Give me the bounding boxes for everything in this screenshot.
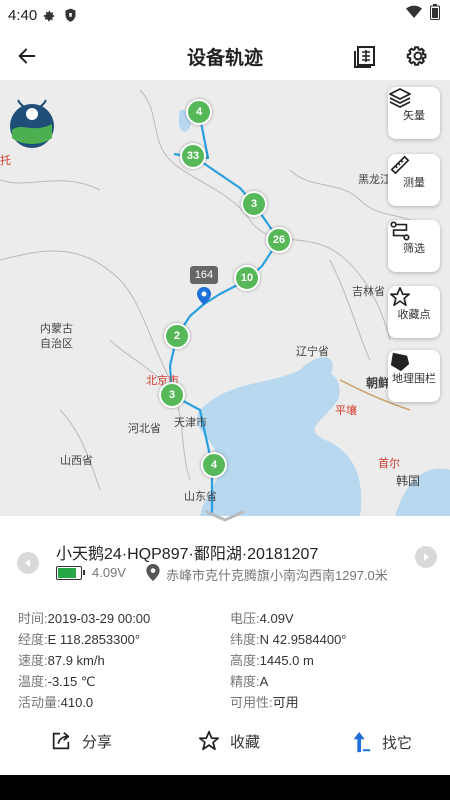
track-cluster-marker[interactable]: 2 <box>164 323 190 349</box>
find-it-label: 找它 <box>382 734 413 752</box>
chevron-down-icon <box>205 510 245 522</box>
map-label: 山东省 <box>184 491 217 503</box>
system-nav-bar <box>0 775 450 800</box>
map-label: 天津市 <box>174 417 207 429</box>
chevron-right-icon <box>424 553 429 561</box>
track-cluster-marker[interactable]: 4 <box>186 99 212 125</box>
detail-speed: 速度:87.9 km/h <box>18 653 105 668</box>
device-name: 小天鹅24·HQP897·鄱阳湖·20181207 <box>56 546 319 563</box>
detail-latitude: 纬度:N 42.9584400° <box>230 632 347 647</box>
star-icon <box>390 287 410 307</box>
layers-icon <box>389 88 411 108</box>
map-label: 内蒙古 自治区 <box>40 323 73 350</box>
wifi-icon <box>406 5 422 24</box>
battery-status-icon <box>430 4 440 25</box>
share-button[interactable]: 分享 <box>50 730 112 752</box>
map-label: 首尔 <box>378 458 400 470</box>
share-label: 分享 <box>82 733 113 751</box>
track-cluster-marker[interactable]: 3 <box>159 382 185 408</box>
favorite-label: 收藏 <box>230 733 261 751</box>
navigate-arrow-icon <box>353 731 371 753</box>
map-label: 辽宁省 <box>296 346 329 358</box>
settings-button[interactable] <box>402 40 434 72</box>
detail-altitude: 高度:1445.0 m <box>230 653 314 668</box>
settings-status-icon <box>42 9 56 28</box>
filter-button[interactable]: 筛选 <box>388 220 440 272</box>
map-label: 吉林省 <box>352 286 385 298</box>
favorite-button[interactable]: 收藏 <box>198 730 260 752</box>
track-cluster-marker[interactable]: 26 <box>266 227 292 253</box>
ruler-icon <box>390 155 410 175</box>
status-time: 4:40 <box>8 7 38 24</box>
shield-status-icon <box>64 8 77 28</box>
location-text: 赤峰市克什克腾旗小南沟西南1297.0米 <box>166 568 388 583</box>
measure-button[interactable]: 测量 <box>388 154 440 206</box>
gear-icon <box>406 46 427 66</box>
detail-time: 时间:2019-03-29 00:00 <box>18 611 151 626</box>
battery-fill <box>58 568 76 578</box>
map-label: 黑龙江 <box>358 174 391 186</box>
detail-accuracy: 精度:A <box>230 674 269 689</box>
find-it-button[interactable]: 找它 <box>350 730 412 754</box>
map-label: 托 <box>0 155 11 167</box>
vector-layer-button[interactable]: 矢量 <box>388 87 440 139</box>
geofence-icon <box>390 352 410 371</box>
next-device-button[interactable] <box>415 546 437 568</box>
favorite-points-button[interactable]: 收藏点 <box>388 286 440 338</box>
collapse-handle[interactable] <box>0 510 450 524</box>
filter-route-icon <box>390 221 410 241</box>
map-label: 平壤 <box>335 405 357 417</box>
grid-list-icon <box>354 46 375 68</box>
prev-device-button[interactable] <box>17 552 39 574</box>
track-map[interactable]: 托 黑龙江 吉林省 内蒙古 自治区 辽宁省 北京市 天津市 河北省 山西省 山东… <box>0 80 450 516</box>
location-pin-icon <box>146 564 160 586</box>
device-info-panel: 小天鹅24·HQP897·鄱阳湖·20181207 4.09V 赤峰市克什克腾旗… <box>0 510 450 800</box>
track-cluster-marker[interactable]: 3 <box>241 191 267 217</box>
page-title: 设备轨迹 <box>186 48 263 69</box>
map-label: 韩国 <box>396 474 421 488</box>
map-label: 河北省 <box>128 423 161 435</box>
track-cluster-marker[interactable]: 33 <box>180 143 206 169</box>
map-label: 山西省 <box>60 455 93 467</box>
detail-temperature: 温度:-3.15 ℃ <box>18 674 96 689</box>
battery-icon <box>56 566 85 580</box>
track-cluster-marker[interactable]: 10 <box>234 265 260 291</box>
voltage-text: 4.09V <box>92 565 126 580</box>
detail-activity: 活动量:410.0 <box>18 695 94 710</box>
app-bar: 设备轨迹 <box>0 32 450 80</box>
star-outline-icon <box>198 730 220 751</box>
detail-longitude: 经度:E 118.2853300° <box>18 632 141 647</box>
device-list-button[interactable] <box>350 40 382 72</box>
detail-availability: 可用性:可用 <box>230 695 299 710</box>
detail-voltage: 电压:4.09V <box>230 611 294 626</box>
track-cluster-marker[interactable]: 4 <box>201 452 227 478</box>
map-label: 朝鲜 <box>366 376 391 390</box>
share-icon <box>52 732 70 750</box>
chevron-left-icon <box>25 559 30 567</box>
geofence-button[interactable]: 地理围栏 <box>388 350 440 402</box>
action-bar: 分享 收藏 找它 <box>0 730 450 770</box>
point-count-callout: 164 <box>190 266 218 284</box>
status-bar: 4:40 <box>0 0 450 32</box>
